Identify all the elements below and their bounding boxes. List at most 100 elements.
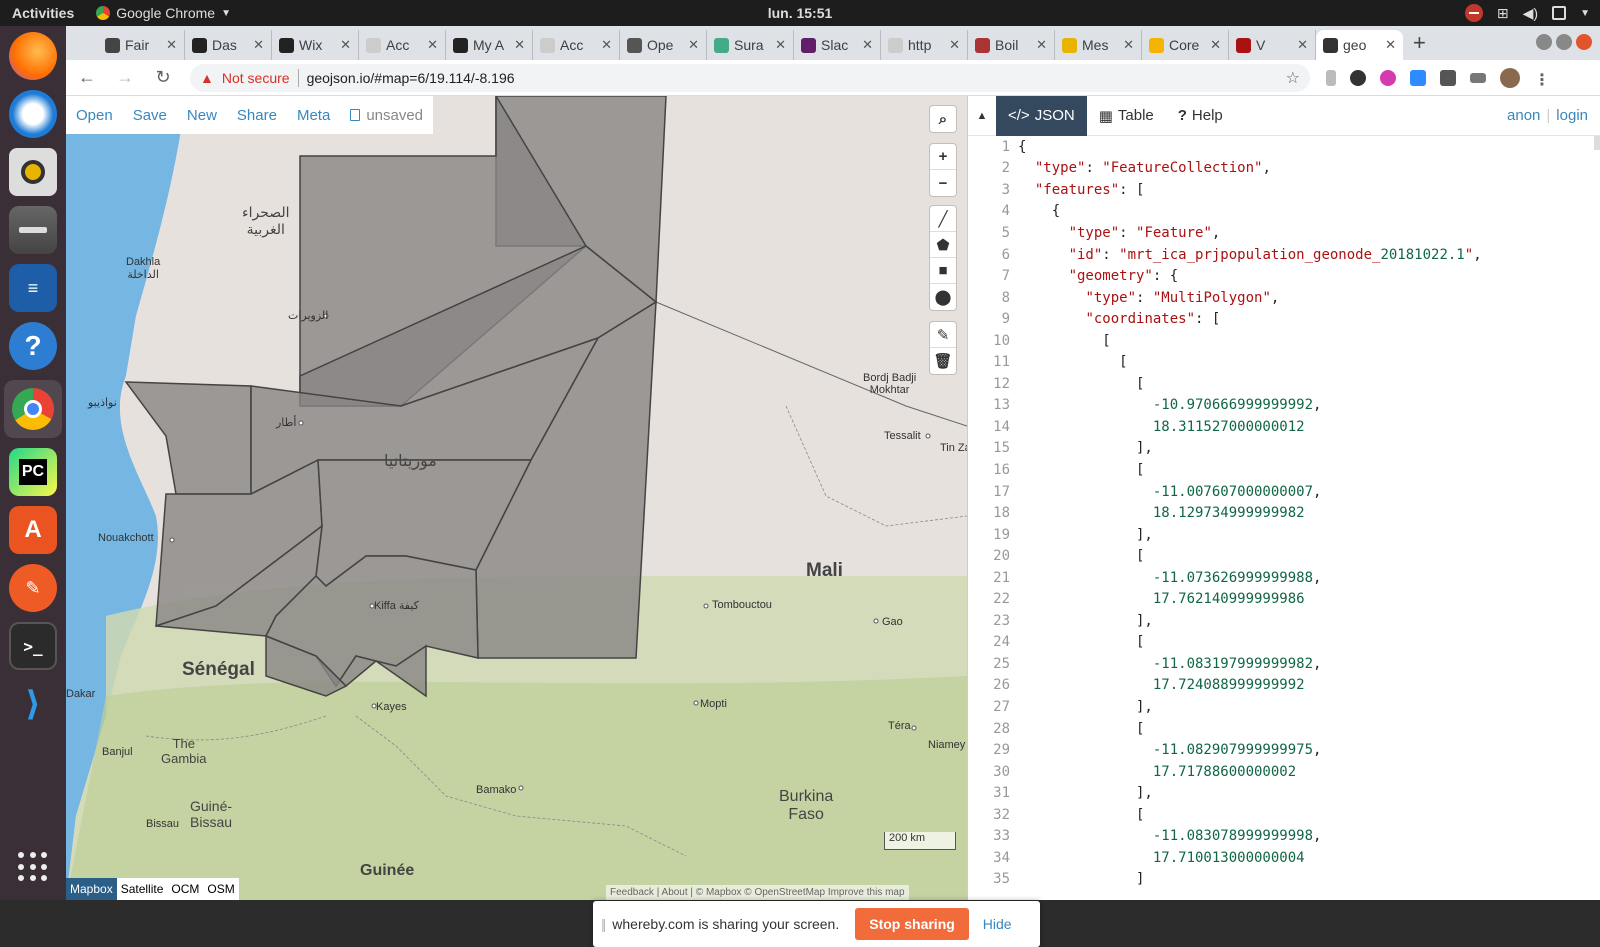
hide-button[interactable]: Hide [983, 916, 1012, 932]
browser-tab[interactable]: My A ✕ [446, 30, 533, 60]
forward-icon[interactable]: → [114, 67, 136, 88]
extension-icon[interactable] [1350, 69, 1366, 86]
battery-icon[interactable] [1552, 6, 1567, 20]
browser-tab[interactable]: Boil ✕ [968, 30, 1055, 60]
maximize-button[interactable] [1556, 34, 1572, 50]
activities-button[interactable]: Activities [0, 5, 86, 21]
extension-icon[interactable] [1380, 69, 1396, 86]
code-line[interactable]: 7 "geometry": { [968, 265, 1600, 287]
code-line[interactable]: 10 [ [968, 330, 1600, 352]
postman-icon[interactable]: ✎ [9, 564, 57, 612]
login-link[interactable]: login [1556, 107, 1588, 124]
close-tab-icon[interactable]: ✕ [1036, 37, 1047, 53]
code-line[interactable]: 3 "features": [ [968, 179, 1600, 201]
close-tab-icon[interactable]: ✕ [688, 37, 699, 53]
browser-tab[interactable]: Acc ✕ [533, 30, 620, 60]
do-not-disturb-icon[interactable] [1464, 4, 1483, 22]
code-line[interactable]: 28 [ [968, 718, 1600, 740]
json-editor[interactable]: 1{2 "type": "FeatureCollection", 3 "featu… [968, 136, 1600, 900]
code-line[interactable]: 25 -11.083197999999982, [968, 653, 1600, 675]
writer-icon[interactable]: ≡ [9, 264, 57, 312]
close-tab-icon[interactable]: ✕ [514, 37, 525, 53]
code-line[interactable]: 23 ], [968, 610, 1600, 632]
code-line[interactable]: 14 18.311527000000012 [968, 416, 1600, 438]
close-tab-icon[interactable]: ✕ [601, 37, 612, 53]
media-icon[interactable] [1470, 72, 1486, 83]
reload-icon[interactable]: ↻ [152, 67, 174, 88]
close-tab-icon[interactable]: ✕ [862, 37, 873, 53]
avatar[interactable] [1500, 67, 1520, 88]
close-tab-icon[interactable]: ✕ [253, 37, 264, 53]
code-line[interactable]: 21 -11.073626999999988, [968, 567, 1600, 589]
code-line[interactable]: 5 "type": "Feature", [968, 222, 1600, 244]
draw-rectangle-icon[interactable]: ■ [930, 258, 956, 284]
code-line[interactable]: 30 17.71788600000002 [968, 761, 1600, 783]
close-tab-icon[interactable]: ✕ [1123, 37, 1134, 53]
code-line[interactable]: 2 "type": "FeatureCollection", [968, 158, 1600, 180]
url-text[interactable]: geojson.io/#map=6/19.114/-8.196 [307, 70, 515, 86]
show-applications-icon[interactable] [18, 852, 48, 882]
meta-button[interactable]: Meta [297, 107, 330, 124]
code-line[interactable]: 24 [ [968, 632, 1600, 654]
code-line[interactable]: 29 -11.082907999999975, [968, 739, 1600, 761]
close-tab-icon[interactable]: ✕ [775, 37, 786, 53]
tab-table[interactable]: ▦ Table [1087, 96, 1166, 136]
security-status[interactable]: Not secure [222, 70, 290, 86]
zoom-extension-icon[interactable] [1410, 69, 1426, 86]
draw-polygon-icon[interactable]: ⬟ [930, 232, 956, 258]
zoom-in-button[interactable]: + [930, 144, 956, 170]
code-line[interactable]: 6 "id": "mrt_ica_prjpopulation_geonode_2… [968, 244, 1600, 266]
close-tab-icon[interactable]: ✕ [949, 37, 960, 53]
code-line[interactable]: 26 17.724088999999992 [968, 675, 1600, 697]
firefox-icon[interactable] [9, 32, 57, 80]
new-button[interactable]: New [187, 107, 217, 124]
new-tab-button[interactable]: + [1413, 30, 1426, 56]
browser-tab[interactable]: Wix ✕ [272, 30, 359, 60]
drag-handle-icon[interactable]: || [601, 916, 606, 932]
back-icon[interactable]: ← [76, 67, 98, 88]
pycharm-icon[interactable]: PC [9, 448, 57, 496]
layer-option[interactable]: Satellite [117, 878, 168, 900]
terminal-icon[interactable]: >_ [9, 622, 57, 670]
browser-tab[interactable]: Das ✕ [185, 30, 272, 60]
thunderbird-icon[interactable] [9, 90, 57, 138]
close-tab-icon[interactable]: ✕ [166, 37, 177, 53]
code-line[interactable]: 31 ], [968, 782, 1600, 804]
browser-tab[interactable]: geo ✕ [1316, 30, 1403, 60]
close-tab-icon[interactable]: ✕ [1385, 37, 1396, 53]
browser-tab[interactable]: Slac ✕ [794, 30, 881, 60]
edit-icon[interactable]: ✎ [930, 322, 956, 348]
draw-line-icon[interactable]: ╱ [930, 206, 956, 232]
help-icon[interactable]: ? [9, 322, 57, 370]
code-line[interactable]: 20 [ [968, 545, 1600, 567]
close-tab-icon[interactable]: ✕ [1210, 37, 1221, 53]
browser-tab[interactable]: Ope ✕ [620, 30, 707, 60]
code-line[interactable]: 15 ], [968, 438, 1600, 460]
network-icon[interactable]: ⊞ [1497, 5, 1509, 22]
code-line[interactable]: 19 ], [968, 524, 1600, 546]
stop-sharing-button[interactable]: Stop sharing [855, 908, 969, 940]
code-line[interactable]: 32 [ [968, 804, 1600, 826]
map-canvas[interactable] [66, 96, 967, 900]
warning-icon[interactable]: ▲ [200, 70, 214, 86]
browser-tab[interactable]: Acc ✕ [359, 30, 446, 60]
ubuntu-software-icon[interactable]: A [9, 506, 57, 554]
close-tab-icon[interactable]: ✕ [340, 37, 351, 53]
share-button[interactable]: Share [237, 107, 277, 124]
chevron-down-icon[interactable]: ▼ [1580, 8, 1590, 19]
code-line[interactable]: 27 ], [968, 696, 1600, 718]
close-window-button[interactable] [1576, 34, 1592, 50]
code-line[interactable]: 8 "type": "MultiPolygon", [968, 287, 1600, 309]
layer-option[interactable]: Mapbox [66, 878, 117, 900]
code-line[interactable]: 18 18.129734999999982 [968, 502, 1600, 524]
layer-option[interactable]: OCM [167, 878, 203, 900]
extension-icon[interactable] [1326, 69, 1336, 86]
app-menu[interactable]: Google Chrome ▼ [96, 5, 231, 21]
code-line[interactable]: 12 [ [968, 373, 1600, 395]
close-tab-icon[interactable]: ✕ [427, 37, 438, 53]
browser-tab[interactable]: Mes ✕ [1055, 30, 1142, 60]
chrome-icon[interactable] [4, 380, 62, 438]
code-line[interactable]: 22 17.762140999999986 [968, 588, 1600, 610]
collapse-arrow-icon[interactable]: ▲ [968, 110, 996, 122]
code-line[interactable]: 13 -10.970666999999992, [968, 395, 1600, 417]
